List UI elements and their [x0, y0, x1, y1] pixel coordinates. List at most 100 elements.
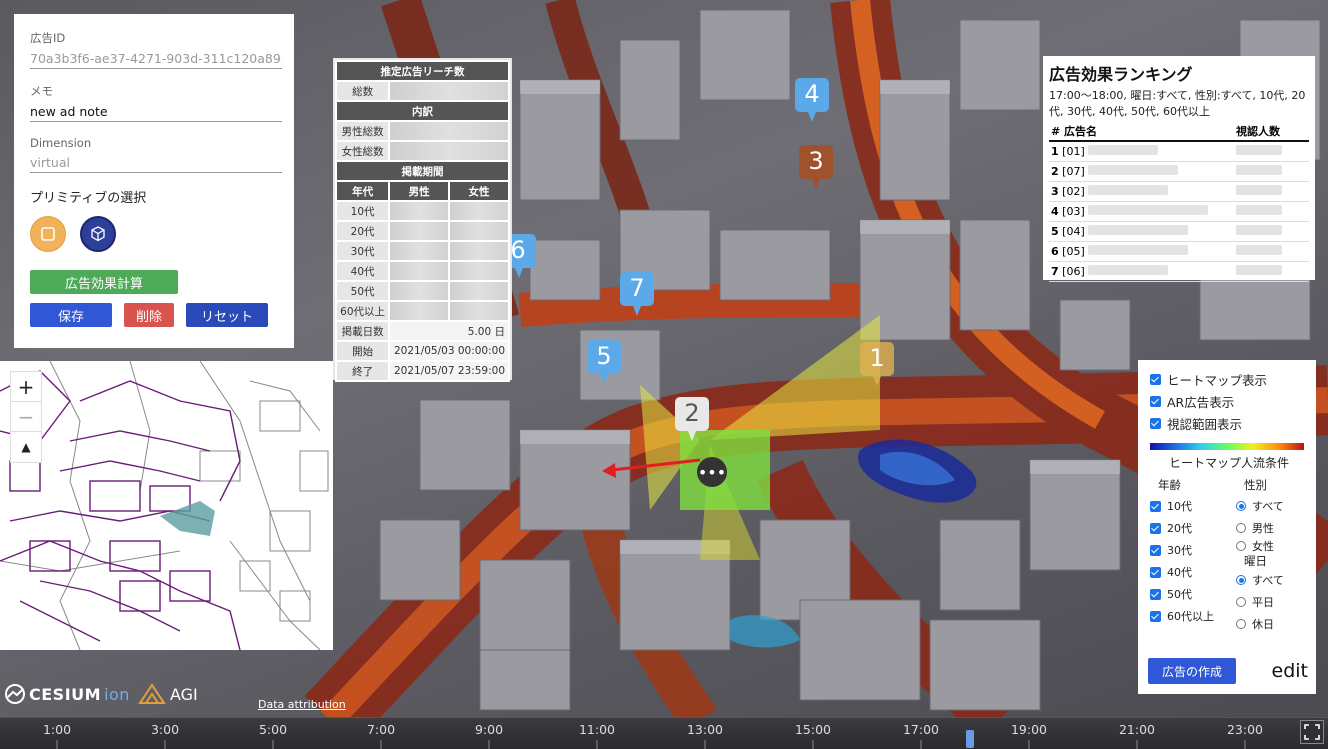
table-row[interactable]: 5 [04] — [1049, 221, 1309, 242]
checkbox-checked-icon[interactable] — [1150, 544, 1161, 556]
checkbox-checked-icon[interactable] — [1150, 522, 1161, 534]
edit-link[interactable]: edit — [1272, 660, 1308, 682]
heatmap-toggle[interactable]: ヒートマップ表示 — [1150, 368, 1308, 390]
end-value: 2021/05/07 23:59:00 — [388, 360, 510, 382]
male-cell — [388, 280, 451, 302]
period-title: 掲載期間 — [335, 160, 510, 182]
col-ad-name: # 広告名 — [1049, 122, 1234, 142]
heatmap-control-panel: ヒートマップ表示 AR広告表示 視認範囲表示 ヒートマップ人流条件 年齢 10代… — [1138, 360, 1316, 694]
zoom-out-button[interactable]: − — [11, 402, 41, 432]
radio-icon[interactable] — [1236, 597, 1246, 607]
calc-effect-button[interactable]: 広告効果計算 — [30, 270, 178, 294]
gender-radio-row[interactable]: 女性 — [1236, 539, 1306, 553]
radio-selected-icon[interactable] — [1236, 501, 1246, 511]
ad-id-field[interactable]: 70a3b3f6-ae37-4271-903d-311c120a8960 — [30, 49, 282, 69]
radio-selected-icon[interactable] — [1236, 575, 1246, 585]
reach-table: 推定広告リーチ数 総数 内訳 男性総数 女性総数 掲載期間 年代 男性 女性 1… — [334, 60, 510, 382]
compass-reset-button[interactable]: ▲ — [11, 432, 41, 462]
timeline-tick: 23:00 — [1226, 722, 1264, 737]
ad-marker-3[interactable]: 3 — [797, 143, 835, 191]
age-checkbox-row[interactable]: 60代以上 — [1150, 605, 1236, 627]
data-attribution-link[interactable]: Data attribution — [258, 698, 346, 711]
table-row[interactable]: 4 [03] — [1049, 201, 1309, 222]
checkbox-checked-icon[interactable] — [1150, 566, 1161, 578]
ad-code: [07] — [1062, 164, 1085, 178]
ranking-panel: 広告効果ランキング 17:00〜18:00, 曜日:すべて, 性別:すべて, 1… — [1043, 56, 1315, 282]
views-blur — [1236, 144, 1282, 155]
primitive-cube-button[interactable] — [80, 216, 116, 252]
minimap[interactable]: + − ▲ — [0, 361, 333, 650]
ranking-table: # 広告名 視認人数 1 [01] 2 [07] 3 [02] 4 [03] 5… — [1049, 122, 1309, 282]
timeline-tick: 15:00 — [794, 722, 832, 737]
ad-name-blur — [1088, 204, 1209, 215]
ad-marker-2[interactable]: 2 — [673, 395, 711, 443]
checkbox-checked-icon[interactable] — [1150, 417, 1161, 429]
timeline-tick: 13:00 — [686, 722, 724, 737]
checkbox-checked-icon[interactable] — [1150, 395, 1161, 407]
checkbox-checked-icon[interactable] — [1150, 373, 1161, 385]
ad-name-blur — [1088, 164, 1179, 175]
weekday-radio-row[interactable]: 平日 — [1236, 591, 1306, 613]
ad-marker-7[interactable]: 7 — [618, 270, 656, 318]
gender-option-label: 男性 — [1252, 522, 1274, 535]
table-row[interactable]: 3 [02] — [1049, 181, 1309, 202]
checkbox-checked-icon[interactable] — [1150, 500, 1161, 512]
radio-icon[interactable] — [1236, 541, 1246, 551]
zoom-control: + − ▲ — [10, 371, 42, 463]
save-button[interactable]: 保存 — [30, 303, 112, 327]
timeline-tick: 3:00 — [150, 722, 180, 737]
timeline-tick: 9:00 — [474, 722, 504, 737]
views-blur — [1236, 224, 1282, 235]
create-ad-button[interactable]: 広告の作成 — [1148, 658, 1236, 684]
ranking-subtitle: 17:00〜18:00, 曜日:すべて, 性別:すべて, 10代, 20代, 3… — [1049, 89, 1306, 118]
views-blur — [1236, 264, 1282, 275]
ad-marker-5[interactable]: 5 — [585, 338, 623, 386]
age-checkbox-row[interactable]: 10代 — [1150, 495, 1236, 517]
age-checkbox-row[interactable]: 40代 — [1150, 561, 1236, 583]
age-checkbox-row[interactable]: 20代 — [1150, 517, 1236, 539]
more-options-icon[interactable]: ••• — [697, 457, 727, 487]
delete-button[interactable]: 削除 — [124, 303, 174, 327]
timeline-scrubber-handle[interactable] — [966, 730, 974, 748]
zoom-in-button[interactable]: + — [11, 372, 41, 402]
gender-head: 性別 — [1244, 478, 1267, 492]
gender-radio-row[interactable]: すべて — [1236, 495, 1306, 517]
ad-code: [02] — [1062, 184, 1085, 198]
checkbox-checked-icon[interactable] — [1150, 610, 1161, 622]
ar-ad-toggle[interactable]: AR広告表示 — [1150, 390, 1308, 412]
gender-radio-row[interactable]: 男性 — [1236, 517, 1306, 539]
rank-num: 7 — [1051, 264, 1059, 278]
table-row[interactable]: 6 [05] — [1049, 241, 1309, 262]
days-label: 掲載日数 — [334, 320, 391, 342]
memo-field[interactable]: new ad note — [30, 102, 282, 122]
table-row[interactable]: 7 [06] — [1049, 261, 1309, 282]
primitive-square-button[interactable] — [30, 216, 66, 252]
weekday-radio-row[interactable]: 休日 — [1236, 613, 1306, 635]
ad-id-label: 広告ID — [30, 31, 66, 45]
ad-marker-4[interactable]: 4 — [793, 76, 831, 124]
ad-code: [01] — [1062, 144, 1085, 158]
ad-marker-1[interactable]: 1 — [858, 340, 896, 388]
female-cell — [448, 220, 510, 242]
radio-icon[interactable] — [1236, 523, 1246, 533]
memo-label: メモ — [30, 84, 53, 98]
timeline[interactable]: 1:00 3:00 5:00 7:00 9:00 11:00 13:00 15:… — [0, 717, 1328, 749]
fullscreen-button[interactable] — [1300, 720, 1324, 744]
ad-name-blur — [1088, 144, 1159, 155]
radio-icon[interactable] — [1236, 619, 1246, 629]
dimension-field[interactable]: virtual — [30, 153, 282, 173]
marker-label: 3 — [808, 147, 824, 175]
age-checkbox-row[interactable]: 50代 — [1150, 583, 1236, 605]
table-row[interactable]: 2 [07] — [1049, 161, 1309, 182]
agi-logo[interactable]: AGI — [138, 683, 198, 705]
weekday-radio-row[interactable]: すべて — [1236, 569, 1306, 591]
age-checkbox-row[interactable]: 30代 — [1150, 539, 1236, 561]
female-total-label: 女性総数 — [334, 140, 391, 162]
view-range-toggle[interactable]: 視認範囲表示 — [1150, 412, 1308, 434]
table-row[interactable]: 1 [01] — [1049, 141, 1309, 162]
checkbox-checked-icon[interactable] — [1150, 588, 1161, 600]
end-label: 終了 — [334, 360, 391, 382]
female-cell — [448, 200, 510, 222]
cesium-ion-logo[interactable]: CESIUM ion — [4, 683, 130, 705]
reset-button[interactable]: リセット — [186, 303, 268, 327]
